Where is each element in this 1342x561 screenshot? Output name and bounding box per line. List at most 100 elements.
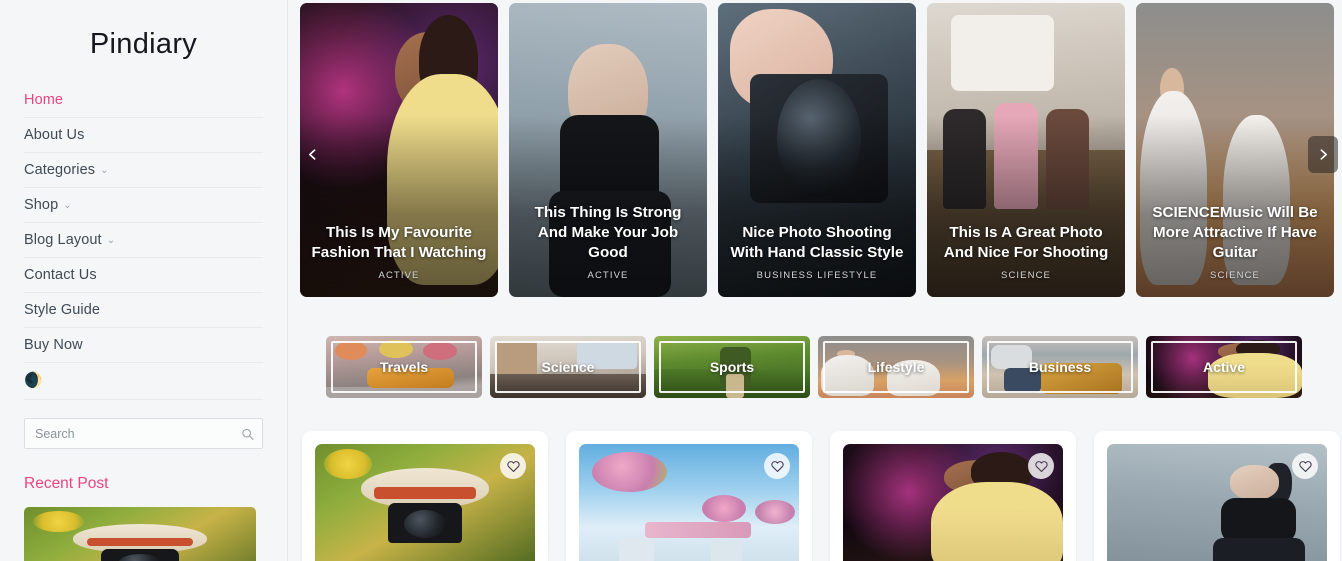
slide-caption: This Is A Great Photo And Nice For Shoot…	[927, 223, 1125, 281]
nav-item-contact-us[interactable]: Contact Us	[24, 258, 263, 293]
heart-icon	[506, 460, 520, 472]
nav-item-label: About Us	[24, 127, 85, 143]
post-card[interactable]	[566, 431, 812, 561]
post-card[interactable]	[302, 431, 548, 561]
carousel-slide[interactable]: This Thing Is Strong And Make Your Job G…	[509, 3, 707, 297]
site-title: Pindiary	[89, 28, 198, 60]
category-pill-lifestyle[interactable]: Lifestyle	[818, 336, 974, 398]
recent-post-heading: Recent Post	[24, 475, 109, 492]
post-thumbnail	[315, 444, 535, 561]
slide-caption: SCIENCEMusic Will Be More Attractive If …	[1136, 203, 1334, 281]
post-thumbnail	[579, 444, 799, 561]
favorite-button[interactable]	[1028, 453, 1054, 479]
nav-item-label: Contact Us	[24, 267, 97, 283]
chevron-right-icon	[1320, 149, 1327, 160]
decor-hatband	[86, 537, 194, 547]
favorite-button[interactable]	[500, 453, 526, 479]
slide-caption: This Is My Favourite Fashion That I Watc…	[300, 223, 498, 281]
slide-title: This Thing Is Strong And Make Your Job G…	[534, 204, 682, 261]
slide-caption: Nice Photo Shooting With Hand Classic St…	[718, 223, 916, 281]
main-navigation: Home About Us Categories ⌄ Shop ⌄ Blog Layout ⌄…	[24, 83, 263, 363]
slide-title: This Is My Favourite Fashion That I Watc…	[311, 224, 487, 261]
nav-item-label: Style Guide	[24, 302, 101, 318]
chevron-down-icon: ⌄	[106, 235, 116, 246]
main-content: This Is My Favourite Fashion That I Watc…	[288, 0, 1342, 561]
nav-item-label: Home	[24, 92, 64, 108]
nav-item-about-us[interactable]: About Us	[24, 118, 263, 153]
slide-category: SCIENCE	[1210, 270, 1260, 281]
category-pill-science[interactable]: Science	[490, 336, 646, 398]
carousel-next-button[interactable]	[1308, 136, 1338, 173]
decor-shape	[404, 509, 446, 538]
heart-icon	[1034, 460, 1048, 472]
carousel-prev-button[interactable]	[297, 136, 327, 173]
heart-icon	[770, 460, 784, 472]
category-label: Lifestyle	[867, 359, 925, 375]
slide-category: BUSINESS LIFESTYLE	[756, 270, 878, 281]
carousel-slide[interactable]: SCIENCEMusic Will Be More Attractive If …	[1136, 3, 1334, 297]
chevron-left-icon	[308, 149, 315, 160]
slide-category: SCIENCE	[1001, 270, 1051, 281]
category-pill-travels[interactable]: Travels	[326, 336, 482, 398]
nav-item-label: Categories	[24, 162, 96, 178]
chevron-down-icon: ⌄	[100, 165, 109, 176]
post-card-grid	[288, 398, 1342, 561]
decor-shape	[711, 540, 742, 561]
category-pill-sports[interactable]: Sports	[654, 336, 810, 398]
category-label: Sports	[709, 359, 755, 375]
nav-item-label: Buy Now	[24, 337, 83, 353]
favorite-button[interactable]	[764, 453, 790, 479]
nav-item-label: Shop	[24, 197, 59, 213]
nav-item-home[interactable]: Home	[24, 83, 263, 118]
slide-caption: This Thing Is Strong And Make Your Job G…	[509, 203, 707, 281]
nav-item-categories[interactable]: Categories ⌄	[24, 153, 263, 188]
nav-item-label: Blog Layout	[24, 232, 102, 248]
nav-item-style-guide[interactable]: Style Guide	[24, 293, 263, 328]
decor-shape	[374, 486, 476, 499]
decor-shape	[1221, 497, 1297, 544]
nav-item-buy-now[interactable]: Buy Now	[24, 328, 263, 363]
decor-shape	[755, 500, 795, 525]
nav-item-shop[interactable]: Shop ⌄	[24, 188, 263, 223]
featured-carousel: This Is My Favourite Fashion That I Watc…	[288, 0, 1342, 300]
search-input[interactable]	[24, 418, 263, 449]
recent-post-thumbnail[interactable]	[24, 507, 256, 561]
decor-shape	[618, 537, 654, 561]
decor-shape	[1212, 537, 1305, 561]
decor-shape	[592, 452, 667, 493]
category-label: Business	[1028, 359, 1092, 375]
chevron-down-icon: ⌄	[63, 200, 72, 211]
carousel-slide[interactable]: Nice Photo Shooting With Hand Classic St…	[718, 3, 916, 297]
favorite-button[interactable]	[1292, 453, 1318, 479]
dark-mode-toggle[interactable]: 🌒	[24, 363, 263, 400]
nav-item-blog-layout[interactable]: Blog Layout ⌄	[24, 223, 263, 258]
slide-title: This Is A Great Photo And Nice For Shoot…	[943, 224, 1109, 261]
post-thumbnail	[843, 444, 1063, 561]
moon-icon: 🌒	[24, 372, 43, 389]
page-root: Pindiary Home About Us Categories ⌄ Shop ⌄ Blo…	[0, 0, 1342, 561]
carousel-slide[interactable]: This Is My Favourite Fashion That I Watc…	[300, 3, 498, 297]
category-label: Active	[1202, 359, 1246, 375]
carousel-slide[interactable]: This Is A Great Photo And Nice For Shoot…	[927, 3, 1125, 297]
slide-category: ACTIVE	[378, 270, 420, 281]
sidebar: Pindiary Home About Us Categories ⌄ Shop ⌄ Blo…	[0, 0, 288, 561]
decor-shape	[1230, 465, 1279, 501]
post-card[interactable]	[830, 431, 1076, 561]
heart-icon	[1298, 460, 1312, 472]
nav-list: Home About Us Categories ⌄ Shop ⌄ Blog Layout ⌄…	[24, 83, 263, 363]
post-thumbnail	[1107, 444, 1327, 561]
search-container	[24, 418, 263, 449]
category-pill-business[interactable]: Business	[982, 336, 1138, 398]
slide-category: ACTIVE	[587, 270, 629, 281]
category-label: Travels	[379, 359, 429, 375]
decor-shape	[323, 449, 373, 479]
decor-shape	[702, 494, 747, 522]
carousel-track: This Is My Favourite Fashion That I Watc…	[288, 3, 1342, 297]
decor-shape	[645, 521, 751, 538]
decor-shape	[931, 481, 1063, 561]
slide-title: SCIENCEMusic Will Be More Attractive If …	[1152, 204, 1318, 261]
decor-sun	[33, 510, 85, 532]
post-card[interactable]	[1094, 431, 1340, 561]
category-pill-active[interactable]: Active	[1146, 336, 1302, 398]
slide-title: Nice Photo Shooting With Hand Classic St…	[730, 224, 904, 261]
